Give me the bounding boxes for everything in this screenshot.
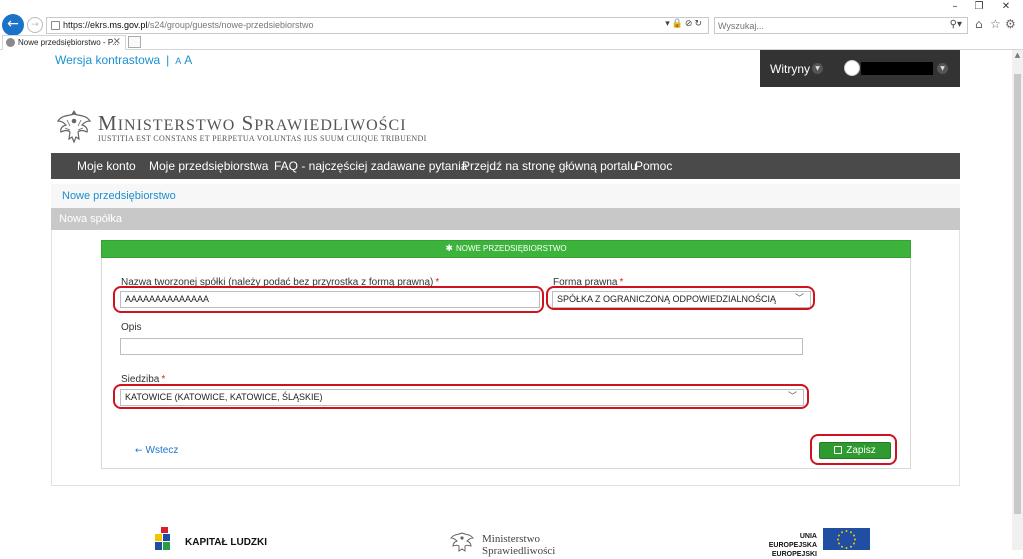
eu-flag-icon [823, 528, 870, 550]
eagle-emblem-icon [56, 110, 92, 144]
arrow-left-icon: ← [135, 446, 143, 456]
contrast-version-link[interactable]: Wersja kontrastowa [55, 53, 160, 67]
kapital-ludzki-text: KAPITAŁ LUDZKI [185, 537, 268, 548]
ministry-motto: IUSTITIA EST CONSTANS ET PERPETUA VOLUNT… [98, 134, 427, 143]
search-icon[interactable]: ⚲▾ [950, 19, 962, 30]
scroll-up-icon[interactable]: ▲ [1012, 50, 1023, 61]
floppy-disk-icon [834, 446, 843, 454]
font-small-link[interactable]: A [175, 56, 181, 66]
ministry-footer-text: Ministerstwo Sprawiedliwości [482, 533, 556, 557]
close-window-icon[interactable]: ✕ [993, 0, 1019, 14]
sites-menu-label[interactable]: Witryny [770, 62, 810, 76]
window-titlebar: – ❐ ✕ [0, 0, 1023, 14]
sites-chevron-down-icon[interactable]: ▼ [812, 63, 823, 74]
nav-item-portal-home[interactable]: Przejdź na stronę główną portalu [462, 159, 637, 173]
browser-tab-active[interactable]: Nowe przedsiębiorstwo - P... × [2, 35, 126, 50]
accessibility-bar: Wersja kontrastowa | A A [55, 53, 192, 67]
breadcrumb-bar: Nowe przedsiębiorstwo [51, 184, 960, 208]
user-dockbar: Witryny ▼ ▼ [760, 50, 960, 87]
forward-arrow-icon[interactable]: → [27, 17, 43, 33]
kapital-ludzki-mark-icon [155, 527, 175, 550]
legal-form-label: Forma prawna * [553, 277, 624, 288]
description-label: Opis [121, 322, 142, 333]
font-large-link[interactable]: A [184, 53, 192, 67]
main-navigation: Moje konto Moje przedsiębiorstwa FAQ - n… [51, 153, 960, 179]
separator: | [166, 53, 170, 67]
company-name-label: Nazwa tworzonej spółki (należy podać bez… [121, 277, 440, 288]
tab-title: Nowe przedsiębiorstwo - P... [18, 38, 119, 47]
legal-form-select[interactable]: SPÓŁKA Z OGRANICZONĄ ODPOWIEDZIALNOŚCIĄ ﹀ [552, 291, 811, 308]
scroll-thumb[interactable] [1014, 74, 1021, 514]
nav-item-my-account[interactable]: Moje konto [77, 159, 136, 173]
back-arrow-icon[interactable]: ← [2, 14, 24, 36]
tab-close-icon[interactable]: × [113, 36, 121, 47]
page-icon [51, 21, 60, 30]
search-box[interactable]: ⚲▾ [714, 17, 968, 34]
minimize-icon[interactable]: – [942, 0, 968, 14]
address-url: https://ekrs.ms.gov.pl/s24/group/guests/… [63, 20, 314, 30]
portlet-title: Nowa spółka [59, 213, 122, 225]
user-chevron-down-icon[interactable]: ▼ [937, 63, 948, 74]
nav-item-faq[interactable]: FAQ - najczęściej zadawane pytania [274, 159, 467, 173]
settings-gear-icon[interactable]: ⚙ [1005, 17, 1016, 31]
home-icon[interactable]: ⌂ [975, 17, 983, 31]
back-link[interactable]: ← Wstecz [135, 445, 178, 456]
description-input[interactable] [120, 338, 803, 355]
eu-text: UNIA EUROPEJSKA EUROPEJSKI [768, 533, 817, 558]
new-tab-icon[interactable] [128, 36, 141, 48]
breadcrumb[interactable]: Nowe przedsiębiorstwo [62, 190, 176, 202]
page-scrollbar[interactable]: ▲ [1012, 50, 1023, 550]
tab-strip: Nowe przedsiębiorstwo - P... × [0, 34, 1023, 50]
asterisk-icon: ✱ [445, 244, 453, 254]
chevron-down-icon[interactable]: ﹀ [783, 390, 801, 405]
company-name-input[interactable]: AAAAAAAAAAAAAA [120, 291, 540, 308]
seat-select[interactable]: KATOWICE (KATOWICE, KATOWICE, ŚLĄSKIE) ﹀ [120, 389, 804, 406]
restore-icon[interactable]: ❐ [966, 0, 992, 14]
username-redacted [861, 62, 933, 75]
address-actions-icons[interactable]: ▾🔒⊘↻ [665, 19, 704, 29]
favorites-star-icon[interactable]: ☆ [990, 17, 1001, 31]
portlet-title-bar: Nowa spółka [51, 208, 960, 230]
nav-item-my-enterprises[interactable]: Moje przedsiębiorstwa [149, 159, 268, 173]
avatar[interactable] [844, 60, 860, 76]
nav-item-help[interactable]: Pomoc [635, 159, 672, 173]
seat-label: Siedziba * [121, 374, 166, 385]
eagle-emblem-small-icon [450, 532, 474, 552]
address-bar[interactable]: https://ekrs.ms.gov.pl/s24/group/guests/… [46, 17, 709, 34]
chevron-down-icon[interactable]: ﹀ [790, 292, 808, 307]
tab-favicon-icon [6, 38, 15, 47]
save-button[interactable]: Zapisz [819, 442, 891, 459]
form-header: ✱ NOWE PRZEDSIĘBIORSTWO [101, 240, 911, 258]
ministry-name: MINISTERSTWO SPRAWIEDLIWOŚCI [98, 111, 407, 135]
search-input[interactable] [718, 19, 938, 32]
